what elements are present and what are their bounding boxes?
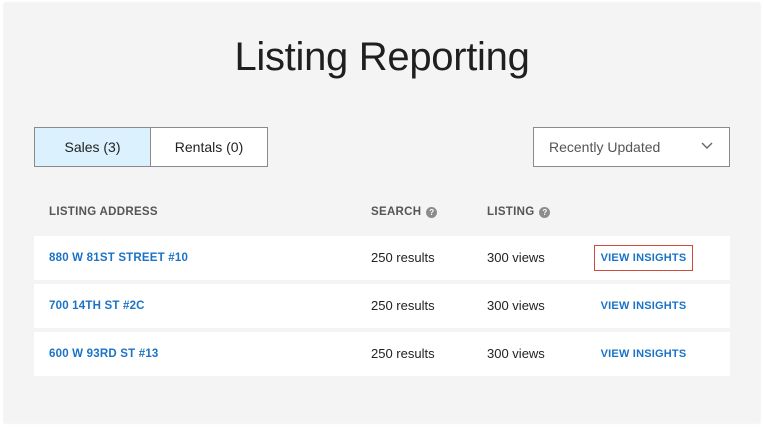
tab-rentals[interactable]: Rentals (0) <box>151 127 268 167</box>
table-row: 700 14TH ST #2C 250 results 300 views VI… <box>34 284 730 328</box>
question-circle-icon[interactable]: ? <box>426 206 438 218</box>
sort-selected-value: Recently Updated <box>549 139 661 155</box>
listing-reporting-panel: Listing Reporting Sales (3) Rentals (0) … <box>4 3 760 423</box>
view-insights-button[interactable]: VIEW INSIGHTS <box>594 341 693 367</box>
view-insights-button[interactable]: VIEW INSIGHTS <box>594 293 693 319</box>
sort-dropdown[interactable]: Recently Updated <box>533 127 730 167</box>
question-circle-icon[interactable]: ? <box>539 206 551 218</box>
search-results-count: 250 results <box>371 250 435 265</box>
tab-sales[interactable]: Sales (3) <box>34 127 151 167</box>
search-results-count: 250 results <box>371 346 435 361</box>
page-title: Listing Reporting <box>234 35 530 79</box>
search-results-count: 250 results <box>371 298 435 313</box>
table-row: 600 W 93RD ST #13 250 results 300 views … <box>34 332 730 376</box>
listing-address-link[interactable]: 600 W 93RD ST #13 <box>49 332 159 376</box>
chevron-down-icon <box>701 142 713 149</box>
listing-type-tabs: Sales (3) Rentals (0) <box>34 127 268 167</box>
view-insights-button[interactable]: VIEW INSIGHTS <box>594 245 693 271</box>
column-header-listing: LISTING ? <box>487 206 551 218</box>
table-row: 880 W 81ST STREET #10 250 results 300 vi… <box>34 236 730 280</box>
listing-views-count: 300 views <box>487 346 545 361</box>
listing-address-link[interactable]: 880 W 81ST STREET #10 <box>49 236 188 280</box>
column-header-address: LISTING ADDRESS <box>49 206 158 218</box>
column-header-search: SEARCH ? <box>371 206 438 218</box>
listing-views-count: 300 views <box>487 250 545 265</box>
listing-views-count: 300 views <box>487 298 545 313</box>
listing-address-link[interactable]: 700 14TH ST #2C <box>49 284 145 328</box>
